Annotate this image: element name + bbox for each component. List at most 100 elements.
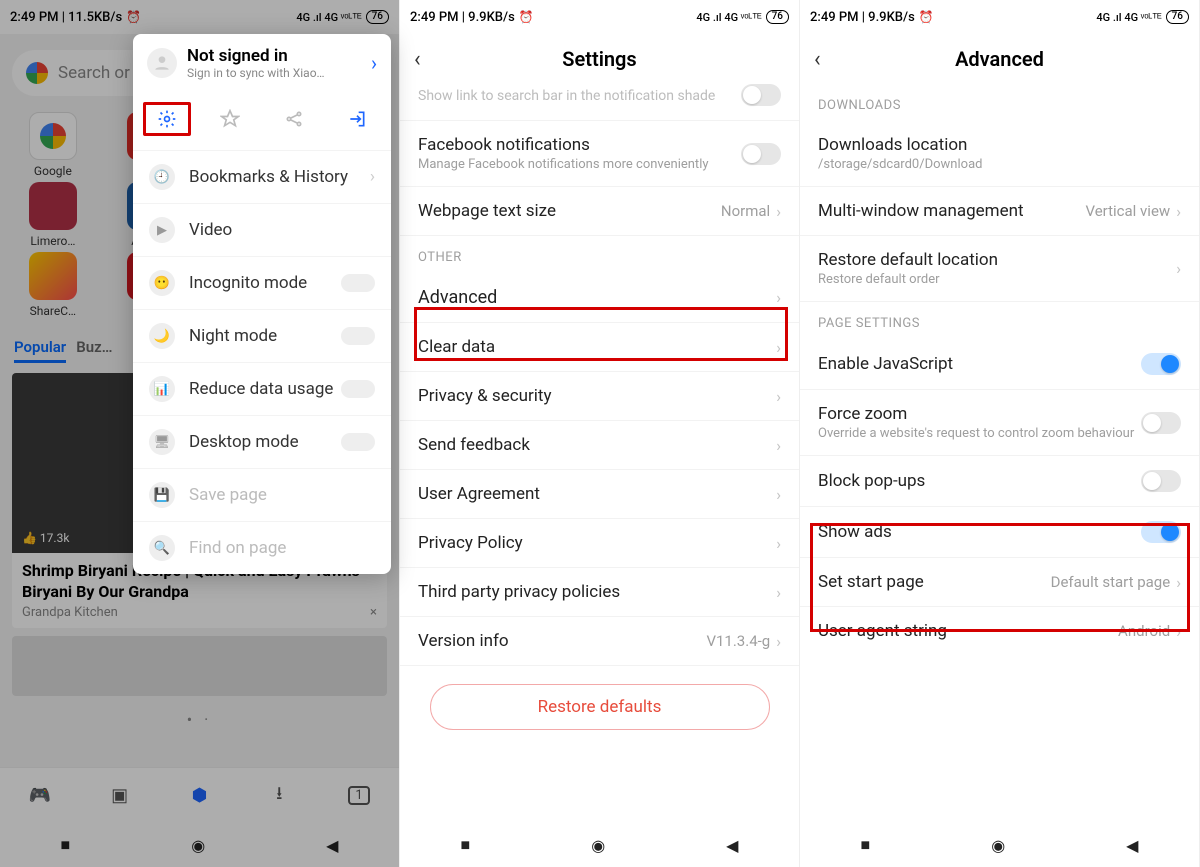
advanced-body: DOWNLOADS Downloads location/storage/sdc… <box>800 84 1199 823</box>
signal-text: 4G .ıl 4G ᵛᵒᴸᵀᴱ <box>296 11 361 24</box>
tabs-icon[interactable]: 1 <box>345 782 373 810</box>
browser-menu-popup: Not signed in Sign in to sync with Xiao…… <box>133 34 391 574</box>
recents-button[interactable]: ■ <box>61 835 71 855</box>
back-button[interactable]: ◀ <box>326 836 338 855</box>
toggle-js[interactable] <box>1141 353 1181 375</box>
moon-icon: 🌙 <box>149 323 175 349</box>
restore-defaults-button[interactable]: Restore defaults <box>430 684 770 730</box>
menu-bookmarks[interactable]: 🕘Bookmarks & History› <box>133 150 391 203</box>
chevron-right-icon: › <box>1176 202 1181 221</box>
row-privacy-policy[interactable]: Privacy Policy› <box>400 519 799 568</box>
row-privacy-security[interactable]: Privacy & security› <box>400 372 799 421</box>
chevron-right-icon: › <box>1176 259 1181 278</box>
play-icon: ▶ <box>149 217 175 243</box>
alarm-icon <box>126 10 141 25</box>
row-clear-data[interactable]: Clear data› <box>400 323 799 372</box>
back-button[interactable]: ◀ <box>726 836 738 855</box>
row-third-party[interactable]: Third party privacy policies› <box>400 568 799 617</box>
switch[interactable] <box>341 327 375 345</box>
menu-save-page: 💾Save page <box>133 468 391 521</box>
chevron-right-icon: › <box>776 436 781 455</box>
row-show-ads[interactable]: Show ads <box>800 507 1199 558</box>
chevron-right-icon: › <box>776 485 781 504</box>
row-multi-window[interactable]: Multi-window management Vertical view› <box>800 187 1199 236</box>
row-restore-location[interactable]: Restore default locationRestore default … <box>800 236 1199 302</box>
menu-desktop[interactable]: 🖥Desktop mode <box>133 415 391 468</box>
recents-button[interactable]: ■ <box>861 835 871 855</box>
panel-home: 2:49 PM | 11.5KB/s 4G .ıl 4G ᵛᵒᴸᵀᴱ76 Sea… <box>0 0 400 867</box>
home-button[interactable]: ◉ <box>991 836 1005 855</box>
toggle-popups[interactable] <box>1141 470 1181 492</box>
alarm-icon <box>519 10 534 25</box>
row-user-agent[interactable]: User agent string Android› <box>800 607 1199 655</box>
row-feedback[interactable]: Send feedback› <box>400 421 799 470</box>
menu-night[interactable]: 🌙Night mode <box>133 309 391 362</box>
account-row[interactable]: Not signed in Sign in to sync with Xiao…… <box>133 34 391 92</box>
advanced-header: ‹ Advanced <box>800 34 1199 84</box>
row-block-popups[interactable]: Block pop-ups <box>800 456 1199 507</box>
clock-icon: 🕘 <box>149 164 175 190</box>
app-sharechat[interactable]: ShareC… <box>4 252 102 318</box>
app-google[interactable]: Google <box>4 112 102 178</box>
android-nav: ■ ◉ ◀ <box>800 823 1199 867</box>
chevron-right-icon: › <box>776 338 781 357</box>
page-title: Advanced <box>800 47 1199 71</box>
download-icon[interactable]: ⭳ <box>265 782 293 810</box>
menu-reduce-data[interactable]: 📊Reduce data usage <box>133 362 391 415</box>
row-facebook[interactable]: Facebook notificationsManage Facebook no… <box>400 121 799 187</box>
chevron-right-icon: › <box>776 632 781 651</box>
back-button[interactable]: ‹ <box>814 47 840 72</box>
menu-find: 🔍Find on page <box>133 521 391 574</box>
avatar-icon <box>147 48 177 78</box>
row-search-link[interactable]: Show link to search bar in the notificat… <box>400 84 799 121</box>
chevron-right-icon: › <box>776 202 781 221</box>
home-button[interactable]: ◉ <box>191 836 205 855</box>
app-limeroad[interactable]: Limero… <box>4 182 102 248</box>
share-icon[interactable] <box>270 102 318 136</box>
status-bar: 2:49 PM | 9.9KB/s 4G .ıl 4G ᵛᵒᴸᵀᴱ76 <box>400 0 799 34</box>
account-title: Not signed in <box>187 46 371 66</box>
menu-incognito[interactable]: 😶Incognito mode <box>133 256 391 309</box>
row-version[interactable]: Version info V11.3.4-g› <box>400 617 799 666</box>
games-icon[interactable]: 🎮 <box>26 782 54 810</box>
recents-button[interactable]: ■ <box>461 835 471 855</box>
back-button[interactable]: ‹ <box>414 47 440 72</box>
switch[interactable] <box>341 433 375 451</box>
row-start-page[interactable]: Set start page Default start page› <box>800 558 1199 607</box>
android-nav: ■ ◉ ◀ <box>400 823 799 867</box>
switch[interactable] <box>341 274 375 292</box>
chevron-right-icon: › <box>370 167 375 187</box>
row-download-location[interactable]: Downloads location/storage/sdcard0/Downl… <box>800 121 1199 187</box>
home-icon[interactable]: ⬢ <box>185 782 213 810</box>
toggle-ads[interactable] <box>1141 521 1181 543</box>
feed-card[interactable] <box>12 636 387 696</box>
star-icon[interactable] <box>206 102 254 136</box>
video-icon[interactable]: ▣ <box>106 782 134 810</box>
home-button[interactable]: ◉ <box>591 836 605 855</box>
battery-pill: 76 <box>366 10 389 24</box>
exit-icon[interactable] <box>333 102 381 136</box>
tab-popular[interactable]: Popular <box>14 338 66 363</box>
toggle[interactable] <box>741 143 781 165</box>
row-text-size[interactable]: Webpage text size Normal› <box>400 187 799 236</box>
menu-video[interactable]: ▶Video <box>133 203 391 256</box>
limeroad-icon <box>29 182 77 230</box>
row-advanced[interactable]: Advanced› <box>400 273 799 323</box>
settings-gear-icon[interactable] <box>143 102 191 136</box>
toggle[interactable] <box>741 84 781 106</box>
settings-header: ‹ Settings <box>400 34 799 84</box>
desktop-icon: 🖥 <box>149 429 175 455</box>
chevron-right-icon: › <box>776 534 781 553</box>
switch[interactable] <box>341 380 375 398</box>
row-user-agreement[interactable]: User Agreement› <box>400 470 799 519</box>
feed-dismiss[interactable]: × <box>370 605 377 620</box>
back-button[interactable]: ◀ <box>1126 836 1138 855</box>
row-force-zoom[interactable]: Force zoomOverride a website's request t… <box>800 390 1199 456</box>
tab-buzz[interactable]: Buz… <box>76 338 112 363</box>
chevron-right-icon: › <box>776 288 781 307</box>
sharechat-icon <box>29 252 77 300</box>
chevron-right-icon: › <box>1176 622 1181 641</box>
row-enable-js[interactable]: Enable JavaScript <box>800 339 1199 390</box>
chevron-right-icon: › <box>371 51 377 75</box>
toggle-zoom[interactable] <box>1141 412 1181 434</box>
